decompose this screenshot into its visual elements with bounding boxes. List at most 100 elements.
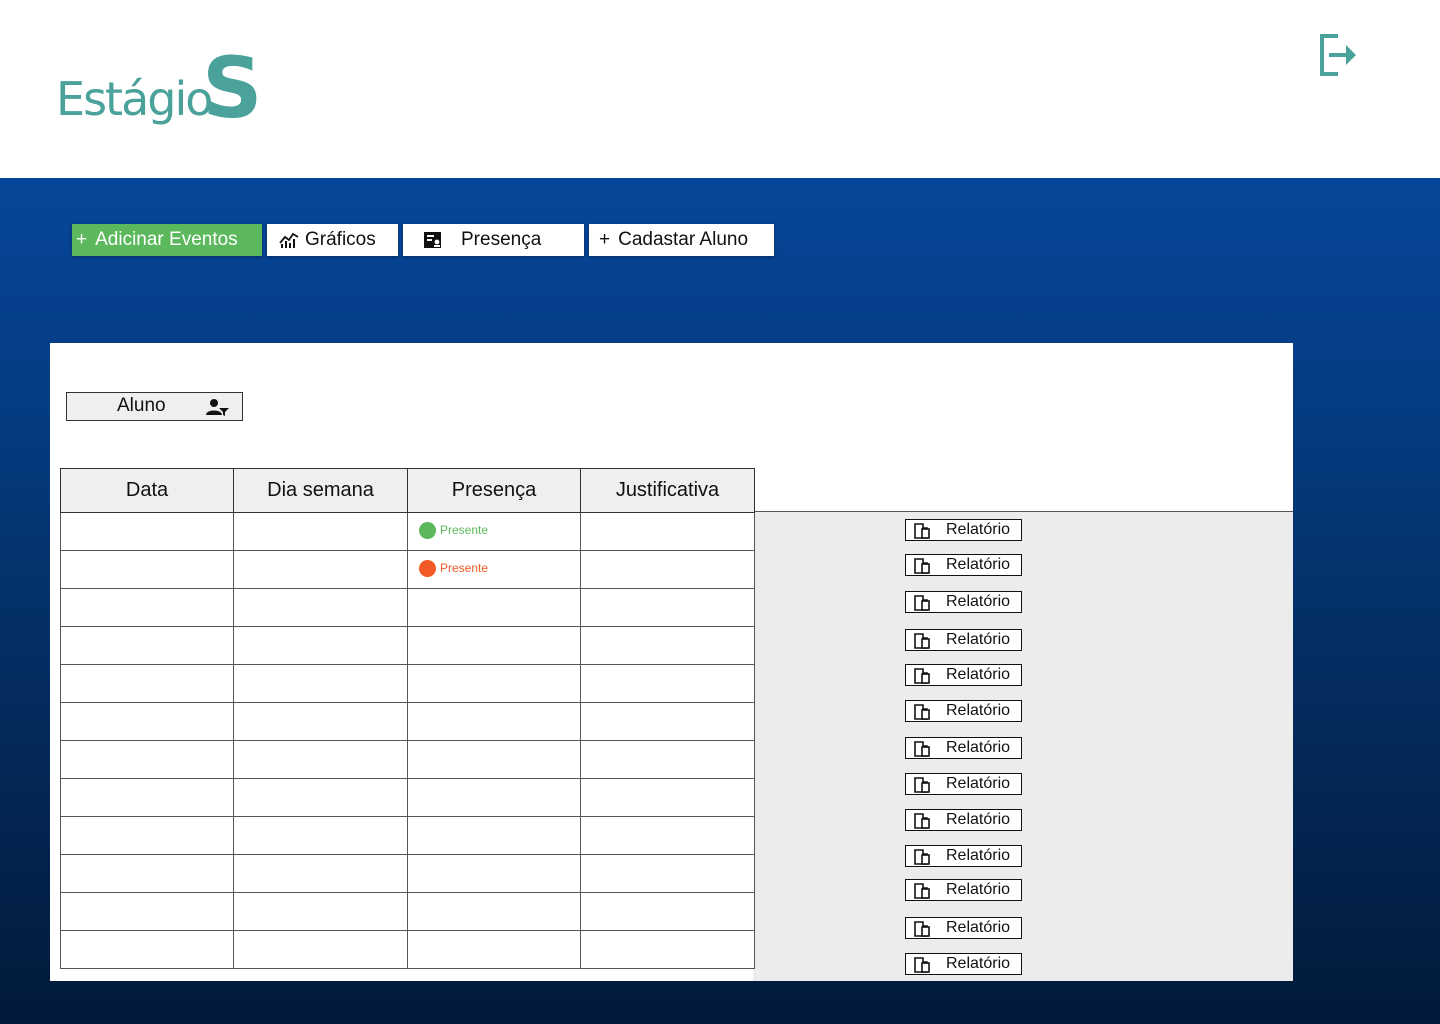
cell-justificativa[interactable] [580,664,755,703]
cell-data[interactable] [60,626,234,665]
table-row[interactable] [60,740,755,779]
cell-presenca[interactable] [407,588,581,627]
cell-data[interactable] [60,930,234,969]
cell-presenca[interactable] [407,626,581,665]
cell-presenca[interactable] [407,778,581,817]
cell-dia-semana[interactable] [233,664,408,703]
cell-justificativa[interactable] [580,512,755,551]
cell-dia-semana[interactable] [233,588,408,627]
cell-dia-semana[interactable] [233,778,408,817]
cell-justificativa[interactable] [580,930,755,969]
cell-data[interactable] [60,702,234,741]
report-button[interactable]: Relatório [905,953,1022,975]
student-filter-button[interactable]: Aluno [66,392,243,421]
cell-presenca[interactable] [407,854,581,893]
column-header-data[interactable]: Data [60,468,234,513]
logout-icon[interactable] [1316,32,1360,78]
cell-justificativa[interactable] [580,778,755,817]
add-events-button[interactable]: + Adicinar Eventos [72,224,262,256]
graphs-label: Gráficos [305,229,376,250]
report-button[interactable]: Relatório [905,554,1022,576]
report-button[interactable]: Relatório [905,700,1022,722]
register-student-button[interactable]: + Cadastar Aluno [589,224,774,256]
cell-presenca[interactable] [407,740,581,779]
cell-presenca[interactable]: Presente [407,550,581,589]
cell-presenca[interactable] [407,664,581,703]
table-row[interactable] [60,588,755,627]
cell-dia-semana[interactable] [233,702,408,741]
cell-presenca[interactable] [407,892,581,931]
cell-data[interactable] [60,854,234,893]
cell-data[interactable] [60,740,234,779]
presence-button[interactable]: Presença [403,224,584,256]
cell-dia-semana[interactable] [233,930,408,969]
table-row[interactable] [60,854,755,893]
cell-dia-semana[interactable] [233,892,408,931]
attendance-icon [423,231,443,249]
cell-justificativa[interactable] [580,550,755,589]
report-button[interactable]: Relatório [905,737,1022,759]
cell-data[interactable] [60,664,234,703]
document-icon [914,668,930,689]
document-icon [914,957,930,978]
report-button[interactable]: Relatório [905,845,1022,867]
table-row[interactable] [60,664,755,703]
logo-mark: S [202,39,263,137]
report-label: Relatório [946,593,1011,610]
cell-data[interactable] [60,550,234,589]
cell-presenca[interactable] [407,702,581,741]
table-row[interactable] [60,816,755,855]
cell-justificativa[interactable] [580,740,755,779]
cell-justificativa[interactable] [580,854,755,893]
cell-justificativa[interactable] [580,702,755,741]
table-header-row: Data Dia semana Presença Justificativa [60,468,755,513]
cell-data[interactable] [60,816,234,855]
table-row[interactable] [60,626,755,665]
cell-presenca[interactable] [407,816,581,855]
cell-presenca[interactable] [407,930,581,969]
cell-justificativa[interactable] [580,626,755,665]
cell-dia-semana[interactable] [233,854,408,893]
presence-status-label: Presente [440,523,489,537]
cell-dia-semana[interactable] [233,512,408,551]
graphs-button[interactable]: Gráficos [267,224,398,256]
cell-data[interactable] [60,588,234,627]
table-row[interactable]: Presente [60,512,755,551]
report-label: Relatório [946,775,1011,792]
column-header-dia-semana[interactable]: Dia semana [233,468,408,513]
cell-justificativa[interactable] [580,816,755,855]
cell-data[interactable] [60,892,234,931]
document-icon [914,921,930,942]
cell-justificativa[interactable] [580,892,755,931]
cell-dia-semana[interactable] [233,626,408,665]
main-area: + Adicinar Eventos Gráficos Presença + C… [0,178,1440,1024]
status-dot-icon [419,521,436,539]
column-header-justificativa[interactable]: Justificativa [580,468,755,513]
cell-data[interactable] [60,778,234,817]
document-icon [914,741,930,762]
report-button[interactable]: Relatório [905,773,1022,795]
column-header-presenca[interactable]: Presença [407,468,581,513]
cell-dia-semana[interactable] [233,740,408,779]
report-button[interactable]: Relatório [905,879,1022,901]
report-button[interactable]: Relatório [905,809,1022,831]
report-button[interactable]: Relatório [905,664,1022,686]
document-icon [914,813,930,834]
content-panel: Aluno Data Dia semana Presença Justifica… [50,343,1293,981]
presence-status: Presente [419,559,488,577]
cell-presenca[interactable]: Presente [407,512,581,551]
cell-dia-semana[interactable] [233,816,408,855]
table-row[interactable] [60,930,755,969]
table-row[interactable] [60,892,755,931]
logo-text: Estágio [56,72,213,126]
table-row[interactable]: Presente [60,550,755,589]
cell-dia-semana[interactable] [233,550,408,589]
report-button[interactable]: Relatório [905,917,1022,939]
cell-data[interactable] [60,512,234,551]
table-row[interactable] [60,702,755,741]
table-row[interactable] [60,778,755,817]
cell-justificativa[interactable] [580,588,755,627]
report-button[interactable]: Relatório [905,629,1022,651]
report-button[interactable]: Relatório [905,591,1022,613]
report-button[interactable]: Relatório [905,519,1022,541]
